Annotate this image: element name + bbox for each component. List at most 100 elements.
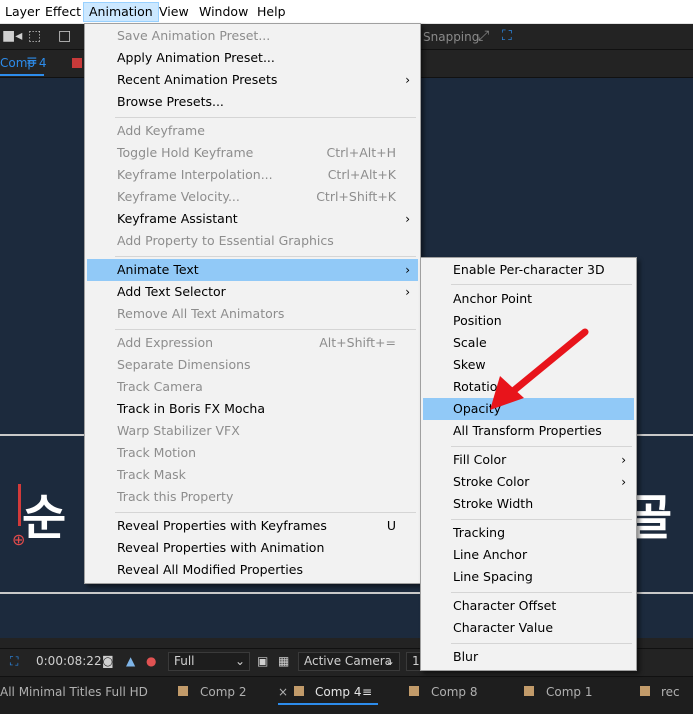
menu-layer[interactable]: Layer	[0, 2, 45, 22]
menu-separator	[115, 512, 416, 513]
label-color-chip	[72, 58, 82, 68]
region-of-interest-icon[interactable]: ⛶	[10, 654, 18, 669]
menu-item-track-in-boris-fx-mocha[interactable]: Track in Boris FX Mocha	[87, 398, 418, 420]
transparency-grid-icon[interactable]: ▦	[278, 654, 289, 668]
menu-item-keyframe-interpolation[interactable]: Keyframe Interpolation... Ctrl+Alt+K	[87, 164, 418, 186]
menu-window[interactable]: Window	[194, 2, 253, 22]
menu-effect[interactable]: Effect	[40, 2, 86, 22]
timecode-display[interactable]: 0:00:08:22	[36, 654, 102, 668]
submenu-item-opacity[interactable]: Opacity	[423, 398, 634, 420]
chevron-down-icon: ⌄	[234, 654, 245, 668]
comp-icon	[409, 686, 419, 696]
comp-icon	[524, 686, 534, 696]
menu-item-animate-text[interactable]: Animate Text ›	[87, 259, 418, 281]
menu-item-save-animation-preset[interactable]: Save Animation Preset...	[87, 25, 418, 47]
menu-item-recent-animation-presets[interactable]: Recent Animation Presets ›	[87, 69, 418, 91]
close-icon[interactable]: ×	[278, 685, 288, 699]
menu-item-browse-presets[interactable]: Browse Presets...	[87, 91, 418, 113]
menu-item-track-motion[interactable]: Track Motion	[87, 442, 418, 464]
tab-comp-4[interactable]: Comp 4	[0, 56, 46, 70]
color-channels-icon[interactable]: ●	[146, 654, 156, 668]
menu-view[interactable]: View	[154, 2, 194, 22]
tab-comp-4[interactable]: Comp 4	[315, 685, 361, 699]
timeline-tab-bar: All Minimal Titles Full HD Comp 2 × Comp…	[0, 676, 693, 714]
submenu-item-blur[interactable]: Blur	[423, 646, 634, 668]
menu-item-track-camera[interactable]: Track Camera	[87, 376, 418, 398]
resolution-select[interactable]: Full ⌄	[168, 652, 250, 671]
chevron-right-icon: ›	[405, 263, 410, 277]
show-snapshot-icon[interactable]: ▲	[126, 654, 135, 668]
snapping-icon[interactable]: ⤢	[478, 28, 489, 44]
views-value: 1	[412, 654, 420, 668]
viewer-text-left[interactable]: 순	[22, 478, 66, 548]
submenu-item-stroke-width[interactable]: Stroke Width	[423, 493, 634, 515]
menu-item-add-expression[interactable]: Add Expression Alt+Shift+=	[87, 332, 418, 354]
snapshot-icon[interactable]: ◙	[102, 654, 114, 668]
submenu-item-anchor-point[interactable]: Anchor Point	[423, 288, 634, 310]
menu-item-add-property-to-essential-graphics[interactable]: Add Property to Essential Graphics	[87, 230, 418, 252]
animation-menu: Save Animation Preset... Apply Animation…	[84, 23, 421, 584]
tab-project[interactable]: All Minimal Titles Full HD	[0, 685, 148, 699]
menu-item-toggle-hold-keyframe[interactable]: Toggle Hold Keyframe Ctrl+Alt+H	[87, 142, 418, 164]
animate-text-submenu: Enable Per-character 3D Anchor Point Pos…	[420, 257, 637, 671]
hamburger-icon[interactable]: ≡	[26, 53, 38, 69]
camera-tool-icon[interactable]: ■◂	[2, 28, 22, 44]
camera-select[interactable]: Active Camera ⌄	[298, 652, 400, 671]
menu-separator	[115, 117, 416, 118]
menu-separator	[115, 256, 416, 257]
chevron-right-icon: ›	[405, 285, 410, 299]
menu-item-keyframe-velocity[interactable]: Keyframe Velocity... Ctrl+Shift+K	[87, 186, 418, 208]
region-icon[interactable]: ▣	[257, 654, 268, 668]
menu-separator	[451, 592, 632, 593]
chevron-right-icon: ›	[621, 453, 626, 467]
submenu-item-line-spacing[interactable]: Line Spacing	[423, 566, 634, 588]
tab-rec[interactable]: rec	[661, 685, 680, 699]
comp-icon	[294, 686, 304, 696]
submenu-item-line-anchor[interactable]: Line Anchor	[423, 544, 634, 566]
menu-separator	[451, 446, 632, 447]
menu-item-reveal-properties-with-keyframes[interactable]: Reveal Properties with Keyframes U	[87, 515, 418, 537]
active-tab-indicator	[0, 74, 44, 76]
submenu-item-position[interactable]: Position	[423, 310, 634, 332]
submenu-item-rotation[interactable]: Rotation	[423, 376, 634, 398]
menu-item-reveal-all-modified-properties[interactable]: Reveal All Modified Properties	[87, 559, 418, 581]
region-tool-icon[interactable]: ⬚	[28, 28, 41, 44]
snapping-label: Snapping	[423, 30, 480, 44]
tab-comp-8[interactable]: Comp 8	[431, 685, 477, 699]
chevron-right-icon: ›	[621, 475, 626, 489]
submenu-item-stroke-color[interactable]: Stroke Color ›	[423, 471, 634, 493]
anchor-point-icon[interactable]: ⊕	[12, 530, 25, 549]
menu-item-warp-stabilizer-vfx[interactable]: Warp Stabilizer VFX	[87, 420, 418, 442]
menu-item-separate-dimensions[interactable]: Separate Dimensions	[87, 354, 418, 376]
rectangle-tool-icon[interactable]: □	[58, 28, 71, 44]
menu-item-add-text-selector[interactable]: Add Text Selector ›	[87, 281, 418, 303]
hamburger-icon[interactable]: ≡	[362, 685, 372, 699]
comp-icon	[178, 686, 188, 696]
menu-item-reveal-properties-with-animation[interactable]: Reveal Properties with Animation	[87, 537, 418, 559]
submenu-item-character-value[interactable]: Character Value	[423, 617, 634, 639]
menu-item-track-this-property[interactable]: Track this Property	[87, 486, 418, 508]
menu-item-keyframe-assistant[interactable]: Keyframe Assistant ›	[87, 208, 418, 230]
menu-separator	[451, 519, 632, 520]
submenu-item-character-offset[interactable]: Character Offset	[423, 595, 634, 617]
submenu-item-skew[interactable]: Skew	[423, 354, 634, 376]
tab-comp-2[interactable]: Comp 2	[200, 685, 246, 699]
camera-value: Active Camera	[304, 654, 393, 668]
submenu-item-tracking[interactable]: Tracking	[423, 522, 634, 544]
menu-item-track-mask[interactable]: Track Mask	[87, 464, 418, 486]
submenu-item-scale[interactable]: Scale	[423, 332, 634, 354]
submenu-item-enable-per-character-3d[interactable]: Enable Per-character 3D	[423, 259, 634, 281]
menu-item-add-keyframe[interactable]: Add Keyframe	[87, 120, 418, 142]
menu-animation[interactable]: Animation	[83, 2, 159, 22]
menu-bar: Layer Effect Animation View Window Help	[0, 0, 693, 24]
chevron-right-icon: ›	[405, 212, 410, 226]
submenu-item-all-transform-properties[interactable]: All Transform Properties	[423, 420, 634, 442]
menu-help[interactable]: Help	[252, 2, 291, 22]
menu-item-apply-animation-preset[interactable]: Apply Animation Preset...	[87, 47, 418, 69]
chevron-right-icon: ›	[405, 73, 410, 87]
menu-separator	[451, 643, 632, 644]
submenu-item-fill-color[interactable]: Fill Color ›	[423, 449, 634, 471]
tab-comp-1[interactable]: Comp 1	[546, 685, 592, 699]
snap-target-icon[interactable]: ⛶	[502, 28, 512, 44]
menu-item-remove-all-text-animators[interactable]: Remove All Text Animators	[87, 303, 418, 325]
